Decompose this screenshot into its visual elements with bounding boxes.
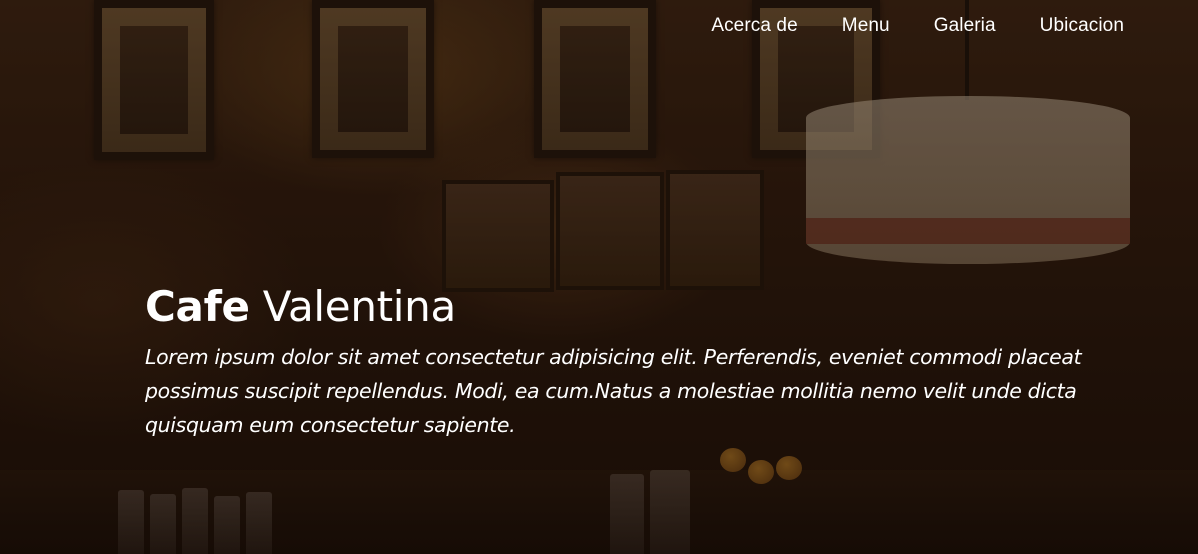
- site-title-bold: Cafe: [145, 282, 250, 331]
- main-nav: Acerca de Menu Galeria Ubicacion: [711, 14, 1124, 38]
- site-title-light: Valentina: [262, 282, 456, 331]
- nav-link-ubicacion[interactable]: Ubicacion: [1040, 14, 1124, 38]
- hero-tagline: Lorem ipsum dolor sit amet consectetur a…: [145, 345, 1082, 437]
- hero-background: [0, 0, 1198, 554]
- nav-link-acerca[interactable]: Acerca de: [711, 14, 797, 38]
- nav-link-galeria[interactable]: Galeria: [934, 14, 996, 38]
- nav-link-menu[interactable]: Menu: [842, 14, 890, 38]
- hero-content: Cafe Valentina Lorem ipsum dolor sit ame…: [145, 280, 1145, 442]
- site-title: Cafe Valentina: [145, 280, 1145, 334]
- dark-overlay: [0, 0, 1198, 554]
